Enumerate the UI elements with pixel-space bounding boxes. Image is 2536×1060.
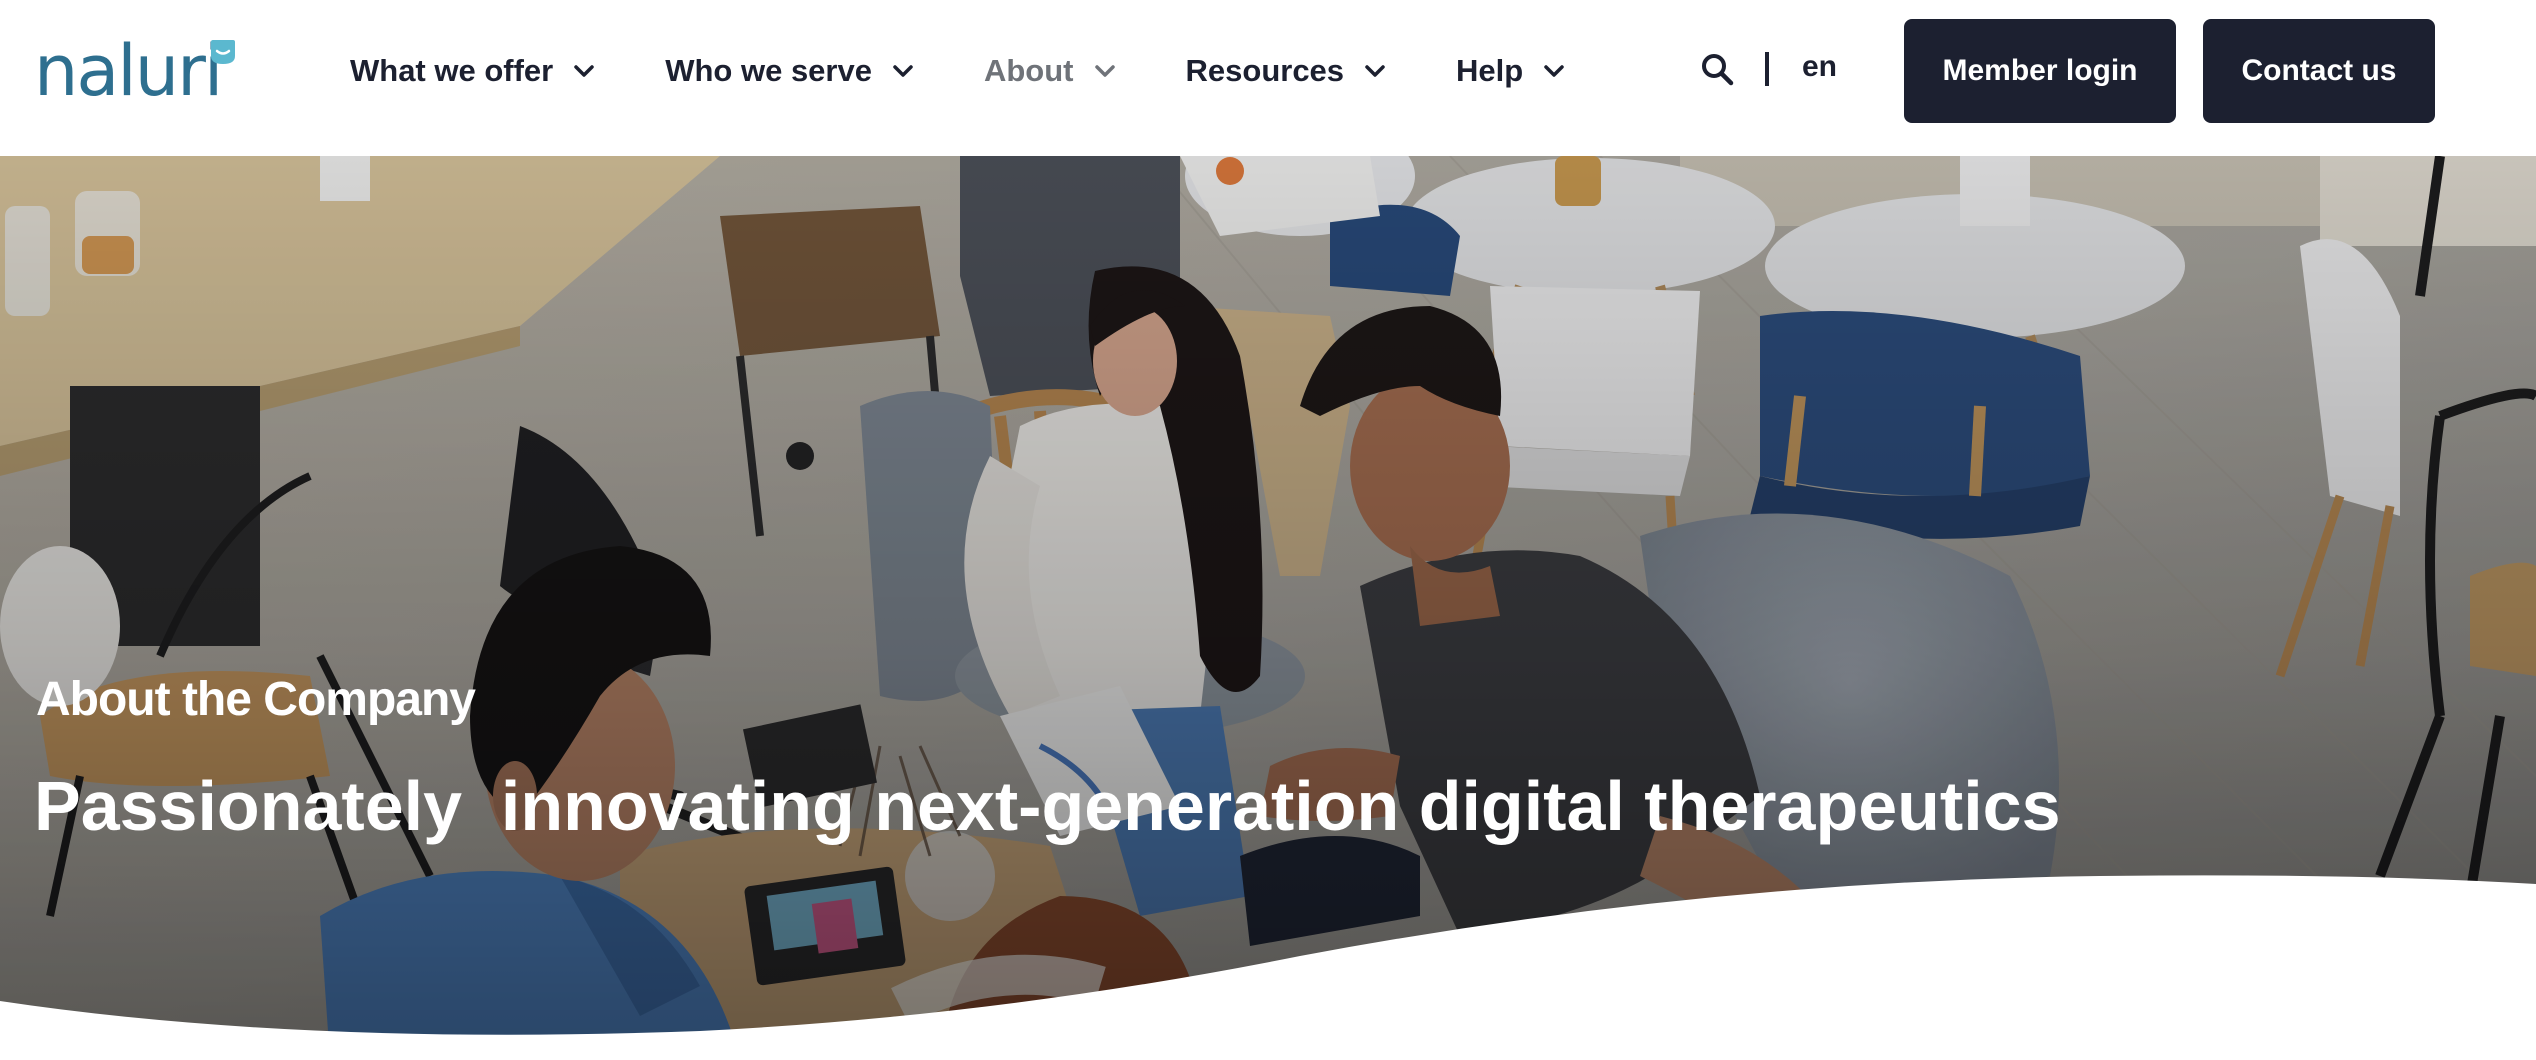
chevron-down-icon: [893, 65, 913, 77]
nav-label: About: [983, 53, 1074, 88]
chevron-down-icon: [574, 65, 594, 77]
hero-title: Passionately innovating next-generation …: [34, 767, 2061, 845]
chevron-down-icon: [1365, 65, 1385, 77]
nav-who-we-serve[interactable]: Who we serve: [665, 53, 914, 89]
hero-section: About the Company Passionately innovatin…: [0, 156, 2536, 1060]
logo-badge-icon: [211, 40, 235, 64]
hero-eyebrow: About the Company: [36, 673, 476, 726]
nav-label: Who we serve: [665, 53, 872, 88]
member-login-button[interactable]: Member login: [1904, 19, 2176, 123]
site-header: naluri What we offer Who we serve About …: [0, 0, 2536, 156]
nav-label: What we offer: [350, 53, 554, 88]
nav-label: Resources: [1185, 53, 1345, 88]
contact-us-button[interactable]: Contact us: [2203, 19, 2435, 123]
naluri-logo[interactable]: naluri: [34, 30, 235, 112]
nav-label: Help: [1456, 53, 1524, 88]
nav-resources[interactable]: Resources: [1186, 53, 1387, 89]
chevron-down-icon: [1094, 65, 1115, 77]
search-icon[interactable]: [1700, 52, 1734, 86]
header-divider: [1765, 52, 1769, 86]
language-selector[interactable]: en: [1802, 50, 1837, 84]
logo-wordmark: naluri: [34, 30, 223, 112]
nav-help[interactable]: Help: [1456, 53, 1565, 89]
main-nav: What we offer Who we serve About Resourc…: [350, 40, 1635, 102]
chevron-down-icon: [1544, 65, 1564, 77]
nav-what-we-offer[interactable]: What we offer: [350, 53, 595, 89]
hero-photo: [0, 156, 2536, 1060]
nav-about[interactable]: About: [984, 53, 1116, 89]
